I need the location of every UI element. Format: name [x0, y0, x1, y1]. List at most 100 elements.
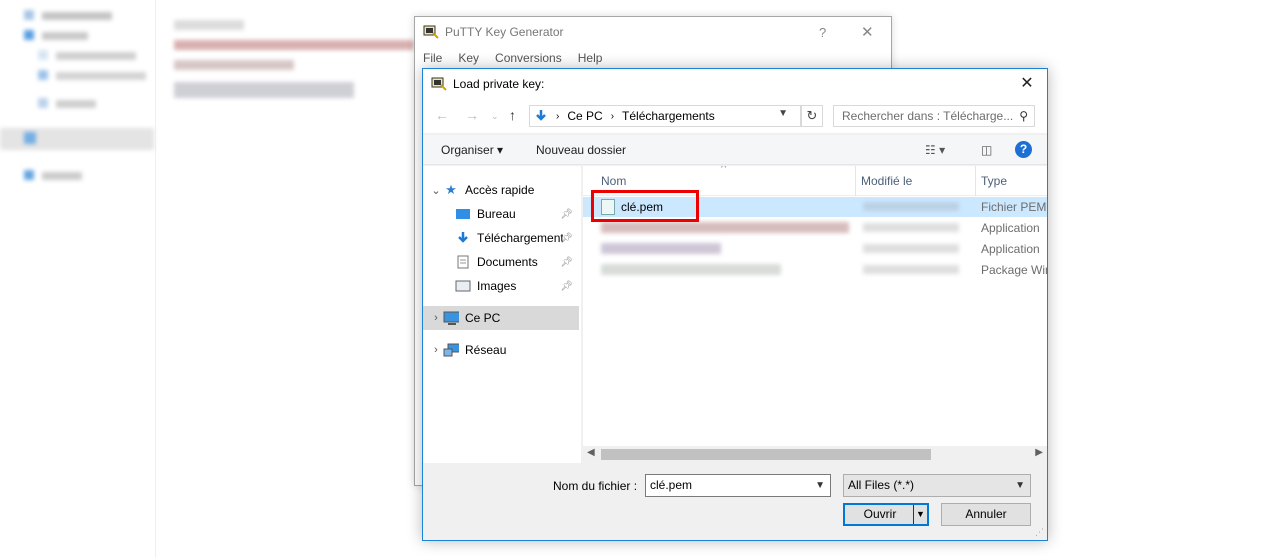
file-row[interactable]: Application	[583, 239, 1047, 259]
search-placeholder: Rechercher dans : Télécharge...	[842, 109, 1014, 123]
chevron-down-icon[interactable]: ▼	[1015, 475, 1025, 496]
chevron-down-icon[interactable]: ▼	[913, 505, 927, 524]
background-explorer-nav	[0, 0, 156, 558]
recent-chevron-icon[interactable]: ⌄	[491, 111, 499, 122]
pin-icon: 📌︎	[560, 280, 573, 292]
open-button[interactable]: Ouvrir ▼	[843, 503, 929, 526]
nav-item-label: Documents	[477, 255, 538, 269]
pin-icon: 📌︎	[560, 232, 573, 244]
resize-grip-icon[interactable]: ⋰	[1035, 527, 1044, 538]
new-folder-button[interactable]: Nouveau dossier	[536, 143, 626, 157]
file-type: Application	[981, 221, 1040, 235]
blurred-filename	[601, 222, 849, 233]
view-options-icon[interactable]: ☷ ▾	[925, 143, 945, 157]
scroll-right-icon[interactable]: ▶	[1035, 447, 1043, 458]
filename-label: Nom du fichier :	[553, 479, 638, 493]
menu-help[interactable]: Help	[578, 51, 603, 65]
nav-item-label: Téléchargements	[477, 231, 563, 245]
dialog-titlebar: Load private key: ✕	[423, 69, 1047, 99]
putty-title: PuTTY Key Generator	[445, 25, 564, 39]
network-icon	[443, 343, 459, 357]
preview-pane-icon[interactable]: ◫	[981, 143, 992, 157]
column-modified[interactable]: Modifié le	[861, 174, 912, 188]
forward-arrow-icon[interactable]: →	[465, 107, 479, 123]
column-divider[interactable]	[975, 166, 976, 196]
putty-icon	[423, 25, 439, 39]
putty-menubar: File Key Conversions Help	[415, 47, 891, 69]
nav-item-desktop[interactable]: Bureau 📌︎	[423, 202, 579, 226]
file-type: Package Win	[981, 263, 1047, 277]
chevron-down-icon[interactable]: ▼	[815, 475, 825, 496]
background-file-row	[174, 60, 294, 70]
open-button-label: Ouvrir	[863, 507, 897, 521]
file-type: Fichier PEM	[981, 200, 1047, 214]
filename-value: clé.pem	[650, 478, 693, 492]
nav-item-images[interactable]: Images 📌︎	[423, 274, 579, 298]
nav-item-label: Images	[477, 279, 517, 293]
chevron-down-icon[interactable]: ▼	[778, 108, 788, 119]
breadcrumb-downloads[interactable]: Téléchargements	[622, 109, 715, 123]
command-bar: Organiser ▾ Nouveau dossier ☷ ▾ ◫ ?	[423, 135, 1047, 165]
refresh-button[interactable]: ↻	[801, 105, 823, 127]
image-icon	[455, 279, 471, 293]
file-type: Application	[981, 242, 1040, 256]
pin-icon: 📌︎	[560, 208, 573, 220]
filter-value: All Files (*.*)	[848, 478, 915, 492]
cancel-button[interactable]: Annuler	[941, 503, 1031, 526]
breadcrumb-sep-icon: ›	[610, 110, 615, 122]
column-name[interactable]: Nom	[601, 174, 626, 188]
nav-item-quick-access[interactable]: ⌄ ★ Accès rapide	[423, 178, 579, 202]
background-file-row	[174, 20, 244, 30]
menu-conversions[interactable]: Conversions	[495, 51, 562, 65]
column-type[interactable]: Type	[981, 174, 1007, 188]
blurred-date	[863, 265, 959, 274]
nav-item-documents[interactable]: Documents 📌︎	[423, 250, 579, 274]
scroll-left-icon[interactable]: ◀	[587, 447, 595, 458]
close-icon[interactable]: ✕	[1013, 73, 1041, 95]
nav-item-label: Ce PC	[465, 311, 501, 325]
nav-item-this-pc[interactable]: › Ce PC	[423, 306, 579, 330]
back-arrow-icon[interactable]: ←	[435, 107, 449, 123]
blurred-filename	[601, 243, 721, 254]
scrollbar-thumb[interactable]	[601, 449, 931, 460]
putty-titlebar: PuTTY Key Generator ? ✕	[415, 17, 891, 47]
file-list: ^ Nom Modifié le Type clé.pem Fichier PE…	[583, 166, 1047, 463]
menu-key[interactable]: Key	[458, 51, 479, 65]
menu-file[interactable]: File	[423, 51, 442, 65]
nav-item-label: Bureau	[477, 207, 516, 221]
desktop-icon	[455, 207, 471, 221]
navigation-pane: ⌄ ★ Accès rapide Bureau 📌︎ Téléchargemen…	[423, 166, 581, 463]
putty-icon	[431, 77, 447, 91]
download-icon	[455, 231, 471, 245]
horizontal-scrollbar[interactable]: ◀ ▶	[583, 446, 1047, 463]
organize-button[interactable]: Organiser ▾	[441, 143, 503, 157]
pin-icon: 📌︎	[560, 256, 573, 268]
filename-field[interactable]: clé.pem ▼	[645, 474, 831, 497]
highlight-box	[591, 190, 699, 222]
file-row[interactable]: Package Win	[583, 260, 1047, 280]
nav-item-label: Accès rapide	[465, 183, 535, 197]
close-icon[interactable]: ✕	[861, 23, 874, 41]
blurred-date	[863, 244, 959, 253]
nav-item-downloads[interactable]: Téléchargements 📌︎	[423, 226, 579, 250]
help-icon[interactable]: ?	[819, 25, 826, 40]
up-arrow-icon[interactable]: ↑	[509, 107, 516, 123]
chevron-down-icon[interactable]: ⌄	[429, 184, 443, 197]
address-bar[interactable]: › Ce PC › Téléchargements ▼	[529, 105, 801, 127]
nav-item-network[interactable]: › Réseau	[423, 338, 579, 362]
column-divider[interactable]	[855, 166, 856, 196]
file-type-filter[interactable]: All Files (*.*) ▼	[843, 474, 1031, 497]
computer-icon	[443, 311, 459, 325]
sort-ascending-icon: ^	[721, 166, 727, 174]
background-file-row	[174, 40, 414, 50]
chevron-right-icon[interactable]: ›	[429, 344, 443, 356]
dialog-title: Load private key:	[453, 77, 545, 91]
breadcrumb-ce-pc[interactable]: Ce PC	[567, 109, 602, 123]
search-input[interactable]: Rechercher dans : Télécharge... ⚲	[833, 105, 1035, 127]
help-icon[interactable]: ?	[1015, 141, 1032, 158]
nav-item-label: Réseau	[465, 343, 507, 357]
breadcrumb-sep-icon: ›	[556, 110, 560, 122]
load-private-key-dialog: Load private key: ✕ ← → ⌄ ↑ › Ce PC › Té…	[422, 68, 1048, 541]
chevron-right-icon[interactable]: ›	[429, 312, 443, 324]
blurred-date	[863, 202, 959, 211]
